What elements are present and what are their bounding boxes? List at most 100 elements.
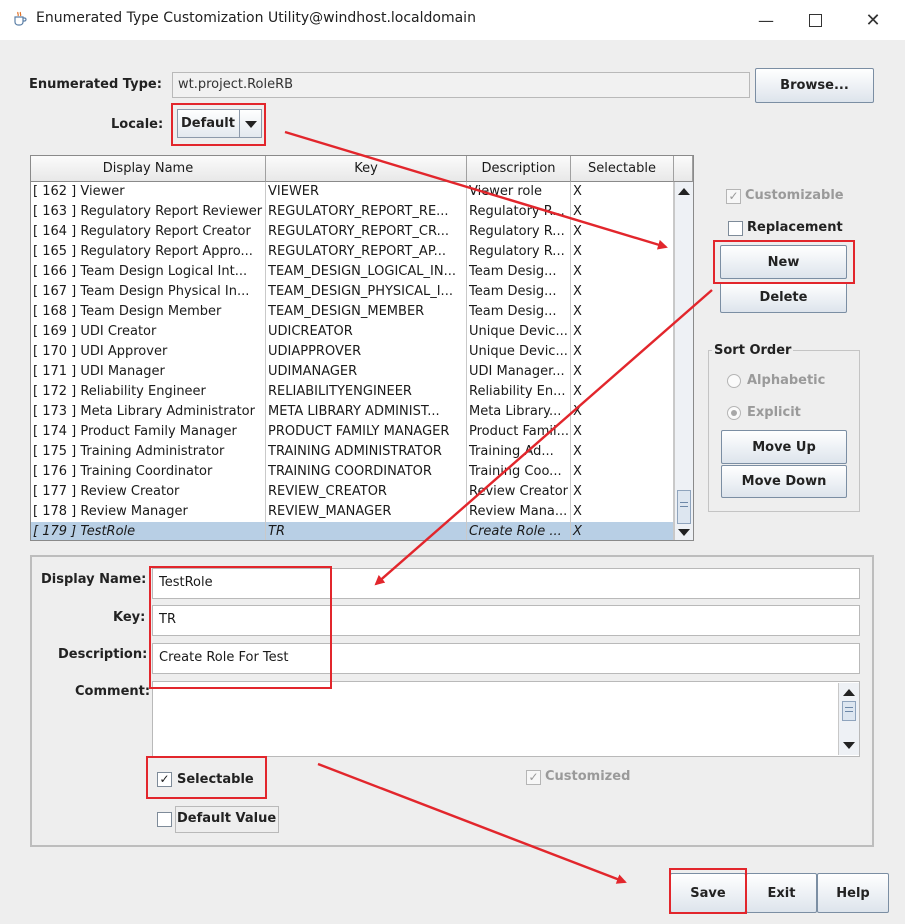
row-key: REVIEW_MANAGER (266, 502, 467, 522)
table-row[interactable]: [ 171 ] UDI Manager UDIMANAGER UDI Manager… (31, 362, 674, 382)
row-selectable: X (571, 222, 674, 242)
table-row-selected[interactable]: [ 179 ] TestRole TR Create Role ... X (31, 522, 674, 540)
replacement-label: Replacement (747, 220, 843, 235)
description-label: Description: (58, 647, 148, 662)
row-selectable: X (571, 422, 674, 442)
row-selectable: X (571, 522, 674, 540)
move-up-button[interactable]: Move Up (721, 430, 847, 464)
row-selectable: X (571, 282, 674, 302)
title-bar: Enumerated Type Customization Utility@wi… (0, 0, 905, 40)
comment-scroll-thumb[interactable] (842, 701, 856, 721)
row-display-name: [ 178 ] Review Manager (31, 502, 266, 522)
row-display-name: [ 171 ] UDI Manager (31, 362, 266, 382)
row-description: Review Creator (467, 482, 571, 502)
table-row[interactable]: [ 173 ] Meta Library Administrator META L… (31, 402, 674, 422)
annotation-box-fields (149, 566, 332, 689)
row-selectable: X (571, 262, 674, 282)
maximize-button[interactable] (792, 6, 838, 34)
table-row[interactable]: [ 167 ] Team Design Physical In... TEAM_D… (31, 282, 674, 302)
table-vertical-scrollbar[interactable] (674, 182, 693, 540)
row-description: Unique Devic... (467, 322, 571, 342)
row-display-name: [ 164 ] Regulatory Report Creator (31, 222, 266, 242)
exit-button[interactable]: Exit (746, 873, 817, 913)
key-label: Key: (113, 610, 146, 625)
row-display-name: [ 166 ] Team Design Logical Int... (31, 262, 266, 282)
customized-label: Customized (545, 769, 631, 784)
row-display-name: [ 168 ] Team Design Member (31, 302, 266, 322)
replacement-checkbox[interactable] (728, 221, 743, 236)
column-header-selectable[interactable]: Selectable (571, 156, 674, 182)
row-display-name: [ 162 ] Viewer (31, 182, 266, 202)
table-row[interactable]: [ 165 ] Regulatory Report Appro... REGULA… (31, 242, 674, 262)
close-button[interactable]: ✕ (850, 6, 896, 34)
row-description: Review Mana... (467, 502, 571, 522)
enum-type-field: wt.project.RoleRB (172, 72, 750, 98)
row-description: Training Coo... (467, 462, 571, 482)
table-row[interactable]: [ 176 ] Training Coordinator TRAINING COO… (31, 462, 674, 482)
minimize-button[interactable]: — (743, 6, 789, 34)
row-display-name: [ 173 ] Meta Library Administrator (31, 402, 266, 422)
browse-button[interactable]: Browse... (755, 68, 874, 103)
row-key: TEAM_DESIGN_MEMBER (266, 302, 467, 322)
comment-textarea[interactable] (152, 681, 860, 757)
sort-order-label: Sort Order (712, 343, 794, 358)
row-description: Reliability En... (467, 382, 571, 402)
table-row[interactable]: [ 168 ] Team Design Member TEAM_DESIGN_ME… (31, 302, 674, 322)
explicit-label: Explicit (747, 405, 801, 420)
minimize-icon: — (758, 10, 774, 30)
row-display-name: [ 177 ] Review Creator (31, 482, 266, 502)
table-row[interactable]: [ 172 ] Reliability Engineer RELIABILITYE… (31, 382, 674, 402)
table-row[interactable]: [ 169 ] UDI Creator UDICREATOR Unique Devi… (31, 322, 674, 342)
maximize-icon (808, 13, 822, 27)
display-name-label: Display Name: (41, 572, 147, 587)
customizable-checkbox: ✓ (726, 189, 741, 204)
alphabetic-label: Alphabetic (747, 373, 826, 388)
comment-label: Comment: (75, 684, 151, 699)
table-row[interactable]: [ 164 ] Regulatory Report Creator REGULAT… (31, 222, 674, 242)
row-display-name: [ 179 ] TestRole (31, 522, 266, 540)
row-display-name: [ 169 ] UDI Creator (31, 322, 266, 342)
comment-scroll-down-icon[interactable] (843, 742, 855, 749)
enum-entries-table[interactable]: Display Name Key Description Selectable … (30, 155, 694, 541)
move-down-button[interactable]: Move Down (721, 465, 847, 498)
help-button[interactable]: Help (817, 873, 889, 913)
column-header-key[interactable]: Key (266, 156, 467, 182)
table-row[interactable]: [ 177 ] Review Creator REVIEW_CREATOR Revi… (31, 482, 674, 502)
table-row[interactable]: [ 162 ] Viewer VIEWER Viewer role X (31, 182, 674, 202)
table-row[interactable]: [ 178 ] Review Manager REVIEW_MANAGER Revi… (31, 502, 674, 522)
row-key: TRAINING ADMINISTRATOR (266, 442, 467, 462)
comment-scroll-up-icon[interactable] (843, 689, 855, 696)
table-row[interactable]: [ 174 ] Product Family Manager PRODUCT FA… (31, 422, 674, 442)
row-key: UDIMANAGER (266, 362, 467, 382)
row-description: Create Role ... (467, 522, 571, 540)
table-row[interactable]: [ 163 ] Regulatory Report Reviewer REGULA… (31, 202, 674, 222)
row-selectable: X (571, 202, 674, 222)
row-key: TR (266, 522, 467, 540)
scroll-down-arrow-icon[interactable] (678, 529, 690, 536)
table-row[interactable]: [ 166 ] Team Design Logical Int... TEAM_D… (31, 262, 674, 282)
row-description: Product Famil... (467, 422, 571, 442)
scroll-up-arrow-icon[interactable] (678, 188, 690, 195)
row-key: REGULATORY_REPORT_CR... (266, 222, 467, 242)
java-cup-icon (11, 10, 29, 28)
row-selectable: X (571, 462, 674, 482)
alphabetic-radio (727, 374, 741, 388)
column-header-display-name[interactable]: Display Name (31, 156, 266, 182)
column-header-description[interactable]: Description (467, 156, 571, 182)
row-display-name: [ 176 ] Training Coordinator (31, 462, 266, 482)
row-selectable: X (571, 382, 674, 402)
row-selectable: X (571, 242, 674, 262)
default-value-checkbox[interactable] (157, 812, 172, 827)
scroll-thumb[interactable] (677, 490, 691, 524)
row-description: Team Desig... (467, 262, 571, 282)
row-description: Regulatory R... (467, 222, 571, 242)
row-display-name: [ 165 ] Regulatory Report Appro... (31, 242, 266, 262)
customizable-label: Customizable (745, 188, 844, 203)
delete-button[interactable]: Delete (720, 282, 847, 313)
row-description: Team Desig... (467, 282, 571, 302)
table-row[interactable]: [ 175 ] Training Administrator TRAINING A… (31, 442, 674, 462)
row-display-name: [ 174 ] Product Family Manager (31, 422, 266, 442)
comment-scrollbar[interactable] (838, 683, 859, 755)
annotation-box-selectable (146, 756, 267, 799)
table-row[interactable]: [ 170 ] UDI Approver UDIAPPROVER Unique De… (31, 342, 674, 362)
